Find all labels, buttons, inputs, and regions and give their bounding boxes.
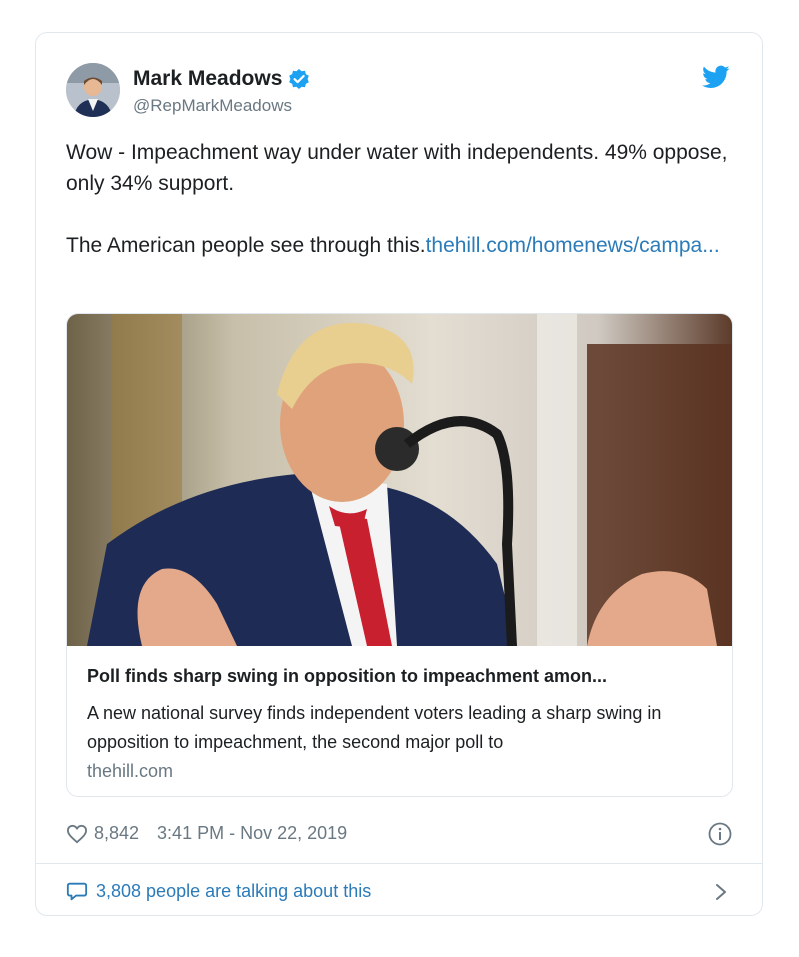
divider	[36, 863, 762, 864]
tweet-text: Wow - Impeachment way under water with i…	[66, 137, 736, 261]
tweet-card: Mark Meadows @RepMarkMeadows Wow - Impea…	[35, 32, 763, 916]
tweet-link[interactable]: thehill.com/homenews/campa...	[426, 234, 720, 257]
author-name[interactable]: Mark Meadows	[133, 67, 282, 91]
article-photo[interactable]	[67, 314, 732, 646]
like-count[interactable]: 8,842	[94, 823, 139, 844]
verified-badge-icon	[288, 68, 310, 90]
author-handle[interactable]: @RepMarkMeadows	[133, 96, 292, 116]
author-name-row: Mark Meadows	[133, 67, 310, 91]
tweet-meta: 8,842 3:41 PM - Nov 22, 2019	[66, 823, 347, 844]
twitter-bird-icon[interactable]	[702, 63, 730, 91]
talking-count[interactable]: 3,808 people are talking about this	[96, 881, 371, 902]
article-domain: thehill.com	[87, 761, 174, 781]
timestamp[interactable]: 3:41 PM - Nov 22, 2019	[157, 823, 347, 844]
link-preview-card[interactable]: Poll finds sharp swing in opposition to …	[66, 313, 733, 797]
article-title[interactable]: Poll finds sharp swing in opposition to …	[87, 666, 715, 687]
info-icon[interactable]	[708, 822, 732, 846]
chevron-right-icon[interactable]	[714, 882, 728, 902]
avatar[interactable]	[66, 63, 120, 117]
article-description: A new national survey finds independent …	[87, 703, 662, 752]
heart-icon[interactable]	[66, 824, 88, 844]
conversation-link[interactable]: 3,808 people are talking about this	[66, 880, 371, 902]
speech-bubble-icon	[66, 882, 88, 901]
